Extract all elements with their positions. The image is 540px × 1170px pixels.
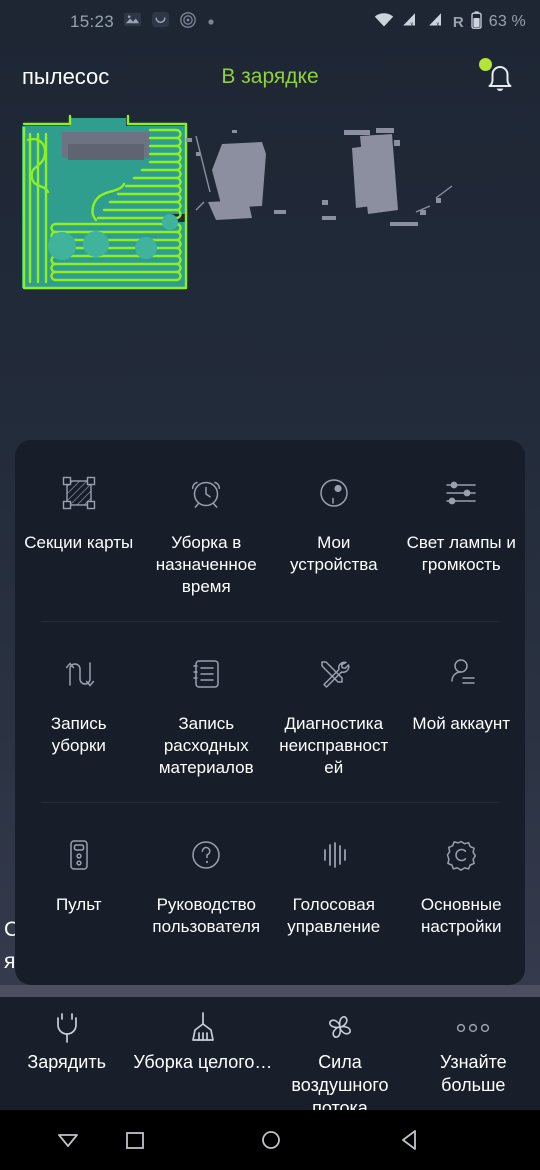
action-label: Сила воздушного потока (291, 1052, 389, 1110)
feature-remote[interactable]: Пульт (15, 802, 143, 983)
remote-control-icon (57, 833, 101, 877)
feature-troubleshooting[interactable]: Диагностика неисправностей (270, 621, 398, 802)
notification-button[interactable] (478, 55, 522, 99)
feature-label: Запись расходных материалов (158, 714, 254, 777)
action-label: Уборка целого поме... (133, 1052, 273, 1072)
voice-wave-icon (312, 833, 356, 877)
feature-my-devices[interactable]: Мои устройства (270, 440, 398, 621)
hide-keyboard-button[interactable] (46, 1118, 90, 1162)
android-nav-bar (0, 1110, 540, 1170)
cleaning-path-icon (57, 652, 101, 696)
phone-screen: 15:23 x x R 63 % пылесос В зарядке С я С… (0, 0, 540, 1170)
svg-text:x: x (436, 22, 439, 28)
feature-label: Диагностика неисправностей (279, 714, 389, 777)
status-bar-left: 15:23 (70, 10, 216, 34)
home-button[interactable] (249, 1118, 293, 1162)
roaming-indicator: R (452, 13, 464, 31)
sliders-icon (439, 471, 483, 515)
action-charge[interactable]: Зарядить (0, 997, 133, 1110)
notebook-icon (184, 652, 228, 696)
feature-user-manual[interactable]: Руководство пользователя (143, 802, 271, 983)
dot-icon (206, 12, 216, 32)
features-row-3: Пульт Руководство пользователя Голосовая… (15, 802, 525, 983)
more-dots-icon (452, 1007, 494, 1049)
feature-label: Голосовая управление (287, 895, 381, 936)
obscured-label-2: я (4, 950, 16, 973)
feature-my-account[interactable]: Мой аккаунт (398, 621, 526, 802)
wifi-icon (374, 12, 394, 33)
fan-icon (319, 1007, 361, 1049)
tools-icon (312, 652, 356, 696)
target-icon (179, 11, 197, 34)
features-row-1: Секции карты Уборка в назначенное время (15, 440, 525, 621)
battery-percent: 63 % (488, 13, 526, 30)
back-button[interactable] (386, 1118, 430, 1162)
feature-label: Мой аккаунт (412, 714, 511, 733)
action-label: Узнайте больше (439, 1052, 507, 1095)
features-panel: Секции карты Уборка в назначенное время (15, 440, 525, 985)
recents-button[interactable] (113, 1118, 157, 1162)
chat-icon (151, 10, 170, 34)
square-icon (126, 1132, 144, 1149)
robot-vacuum-icon (312, 471, 356, 515)
feature-scheduled-cleaning[interactable]: Уборка в назначенное время (143, 440, 271, 621)
notification-dot (479, 58, 492, 71)
battery-icon (471, 10, 482, 34)
app-top-bar: пылесос В зарядке (0, 44, 540, 110)
feature-label: Уборка в назначенное время (155, 533, 257, 596)
map-obstacles (186, 128, 441, 226)
gear-icon (439, 833, 483, 877)
feature-label: Основные настройки (420, 895, 502, 936)
feature-label: Мои устройства (289, 533, 378, 574)
feature-label: Запись уборки (50, 714, 107, 755)
feature-consumables-record[interactable]: Запись расходных материалов (143, 621, 271, 802)
feature-cleaning-record[interactable]: Запись уборки (15, 621, 143, 802)
brush-icon (182, 1007, 224, 1049)
map-render (22, 114, 453, 290)
status-bar: 15:23 x x R 63 % (0, 0, 540, 44)
map-sections-icon (57, 471, 101, 515)
plug-icon (46, 1007, 88, 1049)
question-circle-icon (184, 833, 228, 877)
feature-label: Свет лампы и громкость (406, 533, 516, 574)
device-status: В зарядке (221, 65, 319, 88)
signal-off-icon-2: x (427, 12, 446, 33)
feature-label: Секции карты (24, 533, 134, 552)
photo-icon (123, 10, 142, 34)
svg-text:x: x (410, 22, 413, 28)
cleaning-map[interactable] (0, 110, 540, 440)
feature-general-settings[interactable]: Основные настройки (398, 802, 526, 983)
feature-light-volume[interactable]: Свет лампы и громкость (398, 440, 526, 621)
circle-icon (262, 1131, 280, 1149)
bottom-action-bar: Зарядить Уборка целого поме... (0, 997, 540, 1110)
panel-separator (0, 985, 540, 997)
feature-voice-control[interactable]: Голосовая управление (270, 802, 398, 983)
feature-label: Пульт (55, 895, 102, 914)
signal-off-icon: x (401, 12, 420, 33)
feature-map-sections[interactable]: Секции карты (15, 440, 143, 621)
features-row-2: Запись уборки Запись расходных материало… (15, 621, 525, 802)
action-learn-more[interactable]: Узнайте больше (407, 997, 540, 1110)
triangle-left-icon (402, 1130, 416, 1150)
feature-label: Руководство пользователя (152, 895, 261, 936)
triangle-down-icon (58, 1134, 78, 1147)
action-whole-home-clean[interactable]: Уборка целого поме... (133, 997, 273, 1110)
status-bar-right: x x R 63 % (374, 10, 526, 34)
action-suction-power[interactable]: Сила воздушного потока (273, 997, 406, 1110)
alarm-clock-icon (184, 471, 228, 515)
action-label: Зарядить (27, 1052, 106, 1072)
account-icon (439, 652, 483, 696)
status-clock: 15:23 (70, 12, 115, 31)
